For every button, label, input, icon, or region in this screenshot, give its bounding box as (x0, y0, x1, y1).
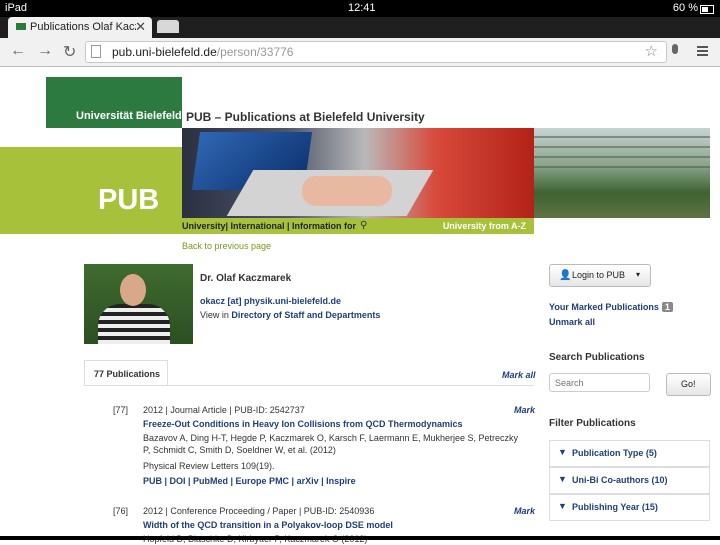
mark-link[interactable]: Mark (514, 404, 535, 416)
directory-link[interactable]: Directory of Staff and Departments (231, 310, 380, 320)
menu-icon[interactable] (697, 46, 708, 58)
profile-name: Dr. Olaf Kaczmarek (200, 273, 292, 284)
filter-publications-heading: Filter Publications (549, 418, 636, 429)
publication-journal: Physical Review Letters 109(19). (143, 461, 275, 471)
bookmark-star-icon[interactable]: ☆ (645, 42, 658, 60)
page-icon (91, 45, 101, 58)
mark-all-link[interactable]: Mark all (502, 370, 536, 380)
pub-label: PUB (98, 184, 160, 216)
battery-icon (700, 5, 714, 14)
status-bar: iPad 12:41 60 % (0, 0, 720, 17)
back-link[interactable]: Back to previous page (182, 241, 271, 251)
banner-building-image (534, 128, 710, 218)
caret-down-icon: ▾ (636, 270, 641, 279)
university-logo[interactable]: Universität Bielefeld (46, 77, 182, 128)
publication-title-link[interactable]: Freeze-Out Conditions in Heavy Ion Colli… (143, 418, 463, 430)
profile-photo (84, 264, 193, 344)
close-tab-icon[interactable]: ✕ (135, 19, 146, 35)
search-icon[interactable]: ⚲ (360, 220, 367, 231)
chevron-down-icon: ▼ (558, 447, 567, 457)
filter-publication-type[interactable]: ▼ Publication Type (5) (549, 440, 710, 467)
publication-links[interactable]: PUB | DOI | PubMed | Europe PMC | arXiv … (143, 475, 356, 487)
publication-meta: 2012 | Conference Proceeding / Paper | P… (143, 506, 375, 516)
publication-number: [76] (113, 506, 129, 516)
publication-number: [77] (113, 405, 129, 415)
back-arrow-icon[interactable]: ← (10, 42, 26, 60)
nav-links[interactable]: University| International | Information … (182, 221, 356, 231)
publication-meta: 2012 | Journal Article | PUB-ID: 2542737 (143, 405, 305, 415)
go-button[interactable]: Go! (666, 373, 711, 396)
address-bar[interactable]: pub.uni-bielefeld.de/person/33776 ☆ (85, 41, 667, 63)
clock: 12:41 (348, 2, 376, 14)
battery-percent: 60 % (672, 2, 698, 14)
browser-tab-active[interactable]: Publications Olaf Kaczmarek ✕ (8, 17, 152, 38)
tab-publications[interactable]: 77 Publications (84, 360, 168, 386)
marked-count-badge: 1 (661, 302, 673, 312)
unmark-all-link[interactable]: Unmark all (549, 317, 595, 327)
profile-directory-line: View in Directory of Staff and Departmen… (200, 310, 381, 320)
publication-authors: Bazavov A, Ding H-T, Hegde P, Kaczmarek … (143, 433, 518, 455)
filter-publishing-year[interactable]: ▼ Publishing Year (15) (549, 494, 710, 521)
filter-co-authors[interactable]: ▼ Uni-Bi Co-authors (10) (549, 467, 710, 494)
bottom-edge (0, 536, 720, 540)
favicon-icon (16, 23, 26, 30)
tab-title: Publications Olaf Kaczmarek (30, 21, 136, 33)
mark-link[interactable]: Mark (514, 505, 535, 517)
login-button[interactable]: 👤 Login to PUB ▾ (549, 264, 651, 287)
search-input[interactable] (549, 373, 650, 392)
site-title: PUB – Publications at Bielefeld Universi… (186, 110, 425, 124)
user-icon: 👤 (559, 270, 572, 281)
profile-email-link[interactable]: okacz [at] physik.uni-bielefeld.de (200, 296, 341, 306)
device-label: iPad (5, 2, 28, 14)
publication-title-link[interactable]: Width of the QCD transition in a Polyako… (143, 519, 393, 531)
microphone-icon[interactable] (672, 44, 678, 54)
search-publications-heading: Search Publications (549, 352, 645, 363)
tab-divider (84, 385, 534, 386)
banner-laptop-image (182, 128, 534, 218)
new-tab-button[interactable] (157, 20, 179, 33)
chevron-down-icon: ▼ (558, 501, 567, 511)
pub-brand-band: PUB (0, 147, 182, 234)
reload-icon[interactable]: ↻ (63, 42, 76, 62)
nav-a-z-link[interactable]: University from A-Z (443, 221, 526, 231)
marked-publications-link[interactable]: Your Marked Publications 1 (549, 302, 673, 312)
url-text[interactable]: pub.uni-bielefeld.de/person/33776 (112, 45, 293, 59)
main-nav-bar: University| International | Information … (182, 218, 534, 234)
forward-arrow-icon[interactable]: → (37, 42, 53, 60)
chevron-down-icon: ▼ (558, 474, 567, 484)
